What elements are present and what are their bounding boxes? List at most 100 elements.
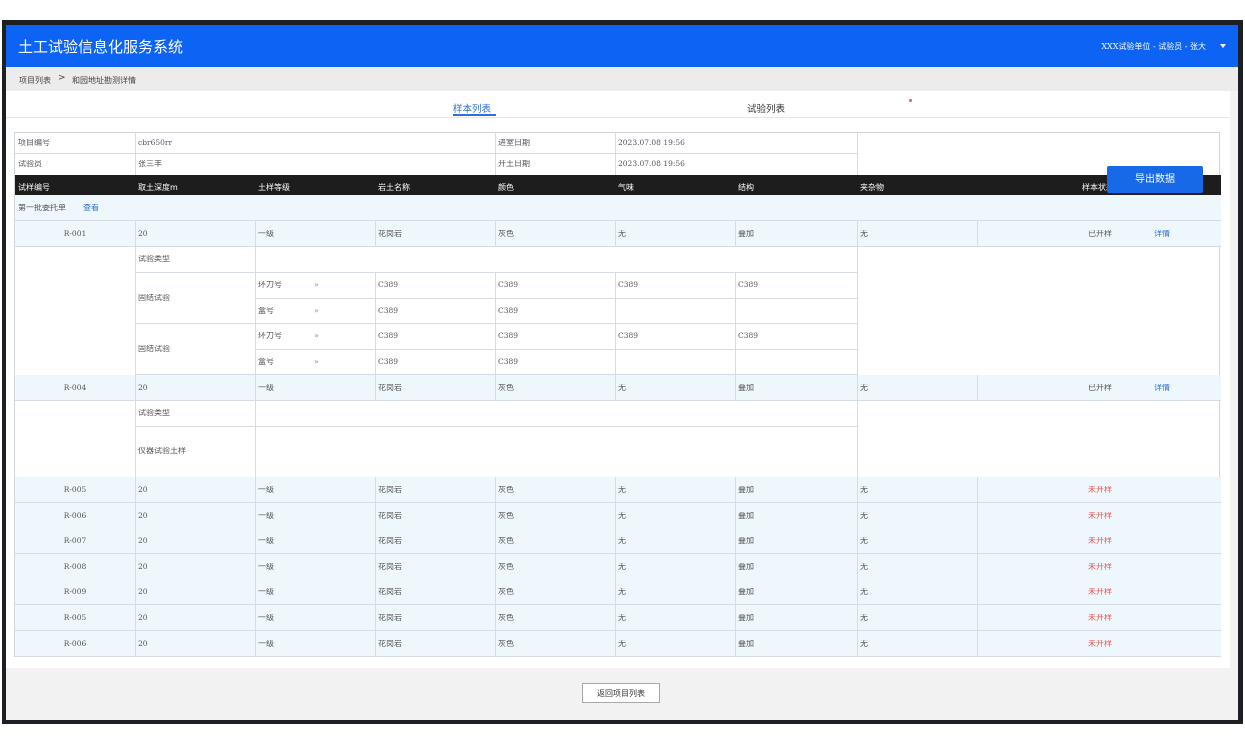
grid-line [977,502,978,528]
rock-name: 花岗岩 [378,614,402,622]
rock-name: 花岗岩 [378,486,402,494]
tester-label: 试验员 [18,160,42,168]
grade: 一级 [258,588,274,597]
sample-id: R-001 [63,230,87,238]
sub-value: C389 [378,281,399,289]
detail-link[interactable]: 详情 [1151,384,1170,392]
rock-name: 花岗岩 [378,537,402,546]
grid-line [255,349,857,350]
grid-line [255,400,256,477]
smell: 无 [618,537,626,546]
grid-line [615,349,616,375]
status-badge: 已开样 [1088,230,1112,238]
sample-id: R-005 [63,614,87,622]
detail-link[interactable]: 详情 [1151,230,1170,238]
grid-line [135,426,857,427]
sub-value: C389 [618,281,639,289]
structure: 叠加 [738,384,754,392]
sample-id: R-007 [63,537,87,545]
smell: 无 [618,384,626,392]
double-chevron-icon: » [314,281,319,289]
color: 灰色 [498,588,514,597]
sub-value: C389 [378,307,399,315]
rock-name: 花岗岩 [378,384,402,392]
app: 土工试验信息化服务系统 XXX试验单位 - 试验员 - 张大 项目列表 > 和园… [6,25,1238,720]
breadcrumb-home[interactable]: 项目列表 [19,75,51,86]
sample-id: R-009 [63,588,87,596]
depth: 20 [138,537,148,545]
color: 灰色 [498,639,514,648]
grade: 一级 [258,486,274,494]
depth: 20 [138,639,148,648]
rock-name: 花岗岩 [378,639,402,648]
depth: 20 [138,230,148,238]
sub-key: 环刀号 [258,332,282,340]
app-title: 土工试验信息化服务系统 [18,38,184,56]
content-card: 样本列表 试验列表 项目编号 cbr650rr 进室日期 2023.07.08 19:… [6,91,1230,668]
sample-table: 项目编号 cbr650rr 进室日期 2023.07.08 19:56 试验员 张三丰 开土… [14,132,1221,657]
grid-line [857,400,858,477]
grid-line [735,298,736,324]
sub-value: C389 [378,358,399,366]
smell: 无 [618,511,626,520]
tab-test-list[interactable]: 试验列表 [747,101,785,115]
inclusion: 无 [860,639,868,648]
structure: 叠加 [738,562,754,571]
structure: 叠加 [738,511,754,520]
footer: 返回项目列表 [6,668,1238,720]
grid-line [977,477,978,502]
grid-line [977,605,978,630]
column-header: 颜色 [498,183,514,192]
grid-line [135,246,136,375]
double-chevron-icon: » [314,358,319,366]
grid-line [977,553,978,579]
sub-value: C389 [378,332,399,340]
grid-line [977,375,978,400]
grid-line [977,579,978,605]
column-header: 气味 [618,183,634,192]
chevron-down-icon[interactable] [1220,44,1226,48]
color: 灰色 [498,614,514,622]
user-menu[interactable]: XXX试验单位 - 试验员 - 张大 [1101,41,1206,52]
inclusion: 无 [860,230,868,238]
active-tab-indicator [453,114,496,116]
structure: 叠加 [738,486,754,494]
sub-value: C389 [618,332,639,340]
inclusion: 无 [860,384,868,392]
tab-sample-list[interactable]: 样本列表 [453,101,491,115]
column-header: 取土深度m [138,183,178,192]
inclusion: 无 [860,537,868,546]
status-badge: 未开样 [1088,614,1112,622]
test-group-name: 固结试验 [138,294,170,302]
grid-line [15,246,1221,247]
column-header: 岩土名称 [378,183,410,192]
depth: 20 [138,486,148,494]
status-badge: 未开样 [1088,486,1112,494]
color: 灰色 [498,486,514,494]
grid-line [977,630,978,656]
rock-name: 花岗岩 [378,230,402,238]
status-badge: 未开样 [1088,562,1112,571]
sub-value: C389 [738,281,759,289]
grid-line [15,400,1221,401]
entry-date-label: 进室日期 [498,139,530,147]
sample-id: R-006 [63,511,87,520]
grade: 一级 [258,537,274,546]
test-group-name: 仪器试验土样 [138,447,186,455]
sub-value: C389 [498,307,519,315]
test-type-label: 试验类型 [138,255,170,263]
batch-row [15,195,1221,220]
grid-line [15,655,1221,657]
color: 灰色 [498,384,514,392]
batch-label: 第一批委托单 [18,204,66,212]
batch-view-link[interactable]: 查看 [80,204,99,212]
breadcrumb-current: 和园地址勘测详情 [72,76,136,85]
back-to-project-list-button[interactable]: 返回项目列表 [582,683,660,703]
grid-line [735,349,736,375]
open-date-value: 2023.07.08 19:56 [618,160,685,168]
export-data-button[interactable]: 导出数据 [1107,166,1203,193]
grade: 一级 [258,639,274,648]
grid-line [15,153,857,154]
sub-key: 盒号 [258,307,274,315]
smell: 无 [618,588,626,597]
